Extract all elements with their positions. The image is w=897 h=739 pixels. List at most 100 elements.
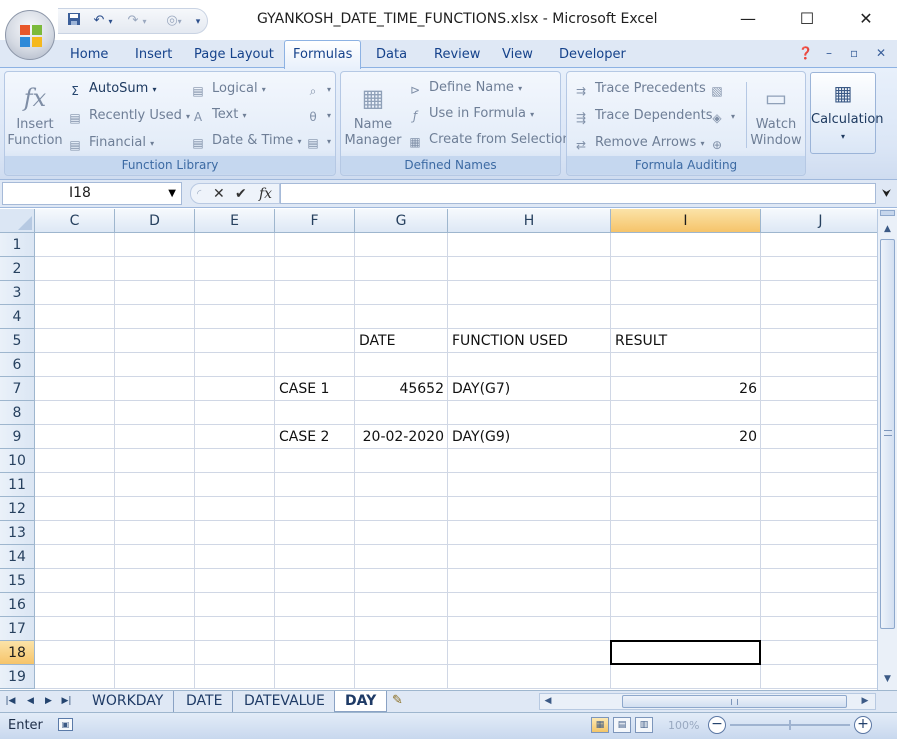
row-header-11[interactable]: 11 xyxy=(0,473,35,497)
column-header-g[interactable]: G xyxy=(355,209,448,233)
row-header-8[interactable]: 8 xyxy=(0,401,35,425)
evaluate-formula-button[interactable]: ⊕ xyxy=(709,133,731,153)
scroll-right-icon[interactable]: ▶ xyxy=(858,695,872,708)
enter-check-icon[interactable]: ✔ xyxy=(235,185,247,203)
normal-view-icon[interactable]: ▦ xyxy=(591,717,609,733)
zoom-level[interactable]: 100% xyxy=(668,719,699,732)
select-all-button[interactable] xyxy=(0,209,35,233)
zoom-out-icon[interactable]: − xyxy=(708,716,726,734)
name-box[interactable]: I18 ▼ xyxy=(2,182,182,205)
save-icon[interactable] xyxy=(66,12,82,30)
ribbon-close-icon[interactable]: ✕ xyxy=(876,46,886,60)
error-checking-button[interactable]: ◈ ▾ xyxy=(709,106,735,126)
cell-h5[interactable]: FUNCTION USED xyxy=(448,329,611,353)
cell-g7[interactable]: 45652 xyxy=(355,377,448,401)
name-box-dropdown-icon[interactable]: ▼ xyxy=(168,183,176,204)
more-functions-button[interactable]: ▤ ▾ xyxy=(305,131,331,151)
tab-view[interactable]: View xyxy=(498,46,537,68)
first-sheet-icon[interactable]: |◀ xyxy=(4,693,17,709)
horizontal-scroll-thumb[interactable] xyxy=(622,695,847,708)
column-header-i[interactable]: I xyxy=(611,209,761,233)
page-layout-view-icon[interactable]: ▤ xyxy=(613,717,631,733)
vertical-scrollbar[interactable]: ▲ ▼ xyxy=(877,209,897,690)
cell-i7[interactable]: 26 xyxy=(611,377,761,401)
cell-g5[interactable]: DATE xyxy=(355,329,448,353)
maximize-button[interactable]: ☐ xyxy=(787,6,827,32)
row-header-7[interactable]: 7 xyxy=(0,377,35,401)
column-header-e[interactable]: E xyxy=(195,209,275,233)
next-sheet-icon[interactable]: ▶ xyxy=(42,693,55,709)
zoom-in-icon[interactable]: + xyxy=(854,716,872,734)
row-header-10[interactable]: 10 xyxy=(0,449,35,473)
prev-sheet-icon[interactable]: ◀ xyxy=(24,693,37,709)
undo-icon[interactable]: ↶ ▾ xyxy=(90,12,116,30)
sheet-tab-date[interactable]: DATE xyxy=(176,691,234,712)
sheet-tab-workday[interactable]: WORKDAY xyxy=(82,691,175,712)
ribbon-minimize-icon[interactable]: – xyxy=(826,46,832,60)
text-button[interactable]: A Text ▾ xyxy=(190,105,247,125)
recently-used-button[interactable]: ▤ Recently Used ▾ xyxy=(67,106,190,126)
row-header-12[interactable]: 12 xyxy=(0,497,35,521)
tab-page-layout[interactable]: Page Layout xyxy=(190,46,278,68)
insert-worksheet-icon[interactable]: ✎ xyxy=(392,693,403,709)
use-in-formula-button[interactable]: ƒ Use in Formula ▾ xyxy=(407,104,534,124)
financial-button[interactable]: ▤ Financial ▾ xyxy=(67,133,154,153)
cell-i5[interactable]: RESULT xyxy=(611,329,761,353)
insert-function-button[interactable]: fx Insert Function xyxy=(7,82,63,149)
cancel-icon[interactable]: ✕ xyxy=(213,185,225,203)
tab-insert[interactable]: Insert xyxy=(131,46,176,68)
scroll-left-icon[interactable]: ◀ xyxy=(541,695,555,708)
row-header-14[interactable]: 14 xyxy=(0,545,35,569)
row-header-15[interactable]: 15 xyxy=(0,569,35,593)
tab-developer[interactable]: Developer xyxy=(555,46,630,68)
tab-home[interactable]: Home xyxy=(66,46,112,68)
quick-print-icon[interactable]: ◎▾ xyxy=(160,12,188,30)
row-header-5[interactable]: 5 xyxy=(0,329,35,353)
define-name-button[interactable]: ⊳ Define Name ▾ xyxy=(407,78,522,98)
cell-g9[interactable]: 20-02-2020 xyxy=(355,425,448,449)
split-box[interactable] xyxy=(880,210,895,216)
cell-f9[interactable]: CASE 2 xyxy=(275,425,355,449)
date-time-button[interactable]: ▤ Date & Time ▾ xyxy=(190,131,301,151)
row-header-3[interactable]: 3 xyxy=(0,281,35,305)
column-header-f[interactable]: F xyxy=(275,209,355,233)
sheet-tab-datevalue[interactable]: DATEVALUE xyxy=(234,691,336,712)
logical-button[interactable]: ▤ Logical ▾ xyxy=(190,79,265,99)
page-break-preview-icon[interactable]: ▥ xyxy=(635,717,653,733)
expand-formula-bar-icon[interactable]: ⮟ xyxy=(878,183,895,204)
cell-h7[interactable]: DAY(G7) xyxy=(448,377,611,401)
trace-precedents-button[interactable]: ⇉ Trace Precedents xyxy=(573,79,706,99)
row-header-19[interactable]: 19 xyxy=(0,665,35,689)
zoom-slider-thumb[interactable] xyxy=(789,720,791,730)
row-header-17[interactable]: 17 xyxy=(0,617,35,641)
scroll-down-icon[interactable]: ▼ xyxy=(880,672,895,687)
resize-handle-icon[interactable]: ◜ xyxy=(197,185,201,203)
row-header-16[interactable]: 16 xyxy=(0,593,35,617)
help-icon[interactable]: ❓ xyxy=(798,46,813,60)
minimize-button[interactable]: — xyxy=(728,6,768,32)
row-header-4[interactable]: 4 xyxy=(0,305,35,329)
trace-dependents-button[interactable]: ⇶ Trace Dependents xyxy=(573,106,713,126)
tab-data[interactable]: Data xyxy=(372,46,411,68)
math-trig-button[interactable]: θ ▾ xyxy=(305,105,331,125)
column-header-d[interactable]: D xyxy=(115,209,195,233)
ribbon-restore-icon[interactable]: ▫ xyxy=(850,46,858,60)
cell-i9[interactable]: 20 xyxy=(611,425,761,449)
row-header-18[interactable]: 18 xyxy=(0,641,35,665)
name-manager-button[interactable]: ▦ Name Manager xyxy=(343,82,403,149)
row-header-6[interactable]: 6 xyxy=(0,353,35,377)
row-header-2[interactable]: 2 xyxy=(0,257,35,281)
lookup-reference-button[interactable]: ⌕ ▾ xyxy=(305,79,331,99)
calculation-button[interactable]: ▦ Calculation ▾ xyxy=(810,72,884,154)
row-header-1[interactable]: 1 xyxy=(0,233,35,257)
column-header-j[interactable]: J xyxy=(761,209,877,233)
insert-function-icon[interactable]: fx xyxy=(259,185,272,203)
scroll-up-icon[interactable]: ▲ xyxy=(880,222,895,237)
column-header-c[interactable]: C xyxy=(35,209,115,233)
show-formulas-button[interactable]: ▧ xyxy=(709,79,731,99)
cell-h9[interactable]: DAY(G9) xyxy=(448,425,611,449)
redo-icon[interactable]: ↷ ▾ xyxy=(124,12,150,30)
close-button[interactable]: ✕ xyxy=(846,6,886,32)
remove-arrows-button[interactable]: ⇄ Remove Arrows ▾ xyxy=(573,133,705,153)
horizontal-scrollbar[interactable]: ◀ ▶ xyxy=(539,693,876,710)
